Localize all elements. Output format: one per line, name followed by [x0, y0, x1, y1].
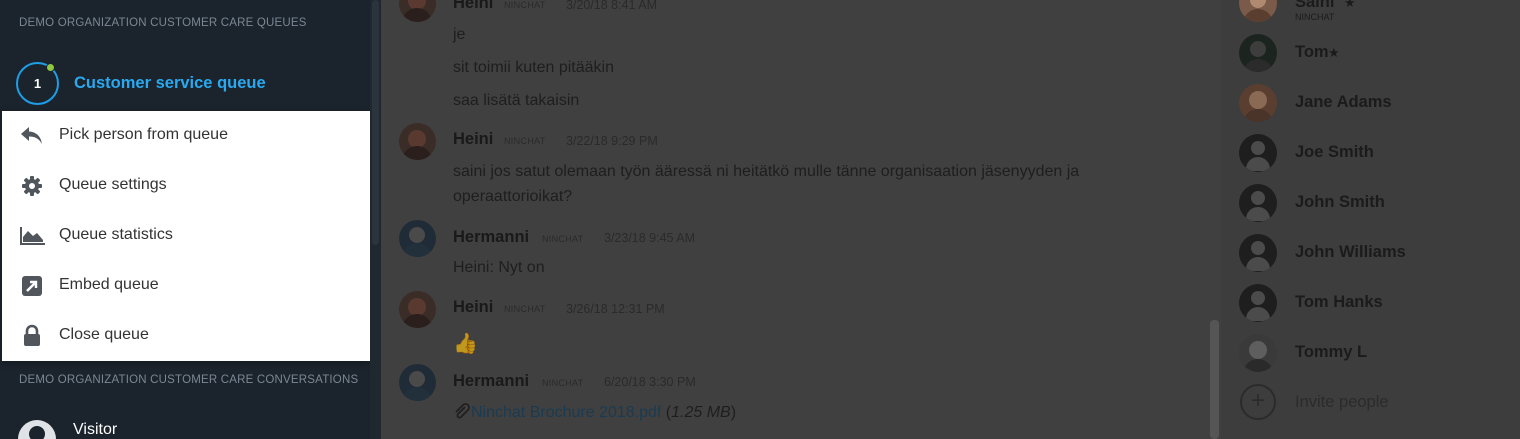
menu-item-pick-person[interactable]: Pick person from queue [2, 111, 370, 161]
conversations-section-title: DEMO ORGANIZATION CUSTOMER CARE CONVERSA… [19, 374, 359, 386]
reply-icon [21, 127, 42, 144]
chat-scrollbar[interactable] [1210, 320, 1219, 439]
star-icon: ★ [1328, 45, 1340, 60]
message-sender[interactable]: Heini [453, 130, 493, 149]
message-text: je [453, 26, 466, 43]
message-sender[interactable]: Hermanni [453, 372, 529, 391]
message-time: 3/26/18 12:31 PM [566, 302, 665, 316]
menu-item-queue-settings[interactable]: Queue settings [2, 161, 370, 211]
message-tag: NINCHAT [542, 234, 584, 244]
queue-context-menu: Pick person from queue Queue settings Qu [2, 111, 370, 361]
attachment-link[interactable]: Ninchat Brochure 2018.pdf [471, 404, 661, 421]
invite-plus-icon[interactable]: + [1240, 384, 1276, 420]
avatar[interactable] [399, 291, 436, 328]
member-name[interactable]: Tom Hanks [1295, 293, 1383, 312]
member-name[interactable]: Tommy L [1295, 343, 1367, 362]
member-name[interactable]: Tom [1295, 43, 1329, 62]
message-text: sit toimii kuten pitääkin [453, 59, 614, 76]
thumbs-up-emoji: 👍 [453, 333, 478, 355]
sidebar: DEMO ORGANIZATION CUSTOMER CARE QUEUES 1… [0, 0, 381, 439]
message-text: operaattorioikat? [453, 188, 573, 205]
paperclip-icon [455, 403, 470, 419]
avatar[interactable] [1239, 134, 1277, 172]
menu-item-embed-queue[interactable]: Embed queue [2, 261, 370, 311]
member-tag: NINCHAT [1295, 12, 1335, 22]
online-status-dot [46, 63, 55, 72]
message-time: 3/20/18 8:41 AM [566, 0, 658, 12]
message-sender[interactable]: Heini [453, 298, 493, 317]
sidebar-scrollbar[interactable] [370, 0, 381, 439]
menu-item-label: Pick person from queue [59, 126, 228, 143]
member-name[interactable]: John Smith [1295, 193, 1385, 212]
queues-section-title: DEMO ORGANIZATION CUSTOMER CARE QUEUES [19, 17, 307, 29]
invite-people-link[interactable]: Invite people [1295, 393, 1389, 412]
member-list: Saini ★ NINCHAT Tom ★ Jane Adams Joe Smi… [1221, 0, 1520, 439]
queue-name: Customer service queue [74, 74, 266, 92]
area-chart-icon [20, 227, 45, 245]
menu-item-label: Queue statistics [59, 226, 173, 243]
message-time: 3/23/18 9:45 AM [604, 231, 696, 245]
avatar[interactable] [1239, 84, 1277, 122]
lock-icon [24, 324, 40, 346]
message-tag: NINCHAT [504, 136, 546, 146]
gear-icon [22, 176, 42, 196]
external-link-icon [22, 276, 42, 296]
message-tag: NINCHAT [542, 378, 584, 388]
menu-item-close-queue[interactable]: Close queue [2, 311, 370, 361]
avatar[interactable] [1239, 34, 1277, 72]
attachment-size: 1.25 MB [671, 404, 731, 421]
visitor-avatar[interactable] [18, 420, 56, 439]
menu-item-label: Close queue [59, 326, 149, 343]
attachment-line: Ninchat Brochure 2018.pdf (1.25 MB) [453, 403, 736, 422]
avatar[interactable] [1239, 184, 1277, 222]
star-icon: ★ [1344, 0, 1356, 10]
message-text: saa lisätä takaisin [453, 92, 580, 109]
message-time: 6/20/18 3:30 PM [604, 375, 696, 389]
queue-customer-service[interactable]: 1 Customer service queue [16, 62, 366, 106]
avatar[interactable] [1239, 334, 1277, 372]
avatar[interactable] [399, 364, 436, 401]
menu-item-queue-statistics[interactable]: Queue statistics [2, 211, 370, 261]
menu-item-label: Queue settings [59, 176, 167, 193]
member-name[interactable]: Jane Adams [1295, 93, 1392, 112]
avatar[interactable] [1239, 284, 1277, 322]
message-text: saini jos satut olemaan työn ääressä ni … [453, 163, 1080, 180]
message-time: 3/22/18 9:29 PM [566, 134, 658, 148]
avatar[interactable] [1239, 0, 1277, 22]
menu-item-label: Embed queue [59, 276, 159, 293]
avatar[interactable] [1239, 234, 1277, 272]
message-text: Heini: Nyt on [453, 259, 545, 276]
conversation-visitor-name[interactable]: Visitor [73, 421, 117, 439]
message-tag: NINCHAT [504, 304, 546, 314]
avatar[interactable] [399, 123, 436, 160]
message-sender[interactable]: Heini [453, 0, 493, 13]
message-tag: NINCHAT [504, 0, 546, 10]
avatar[interactable] [399, 220, 436, 257]
member-name[interactable]: Saini [1295, 0, 1334, 12]
member-name[interactable]: John Williams [1295, 243, 1406, 262]
member-name[interactable]: Joe Smith [1295, 143, 1374, 162]
message-sender[interactable]: Hermanni [453, 228, 529, 247]
